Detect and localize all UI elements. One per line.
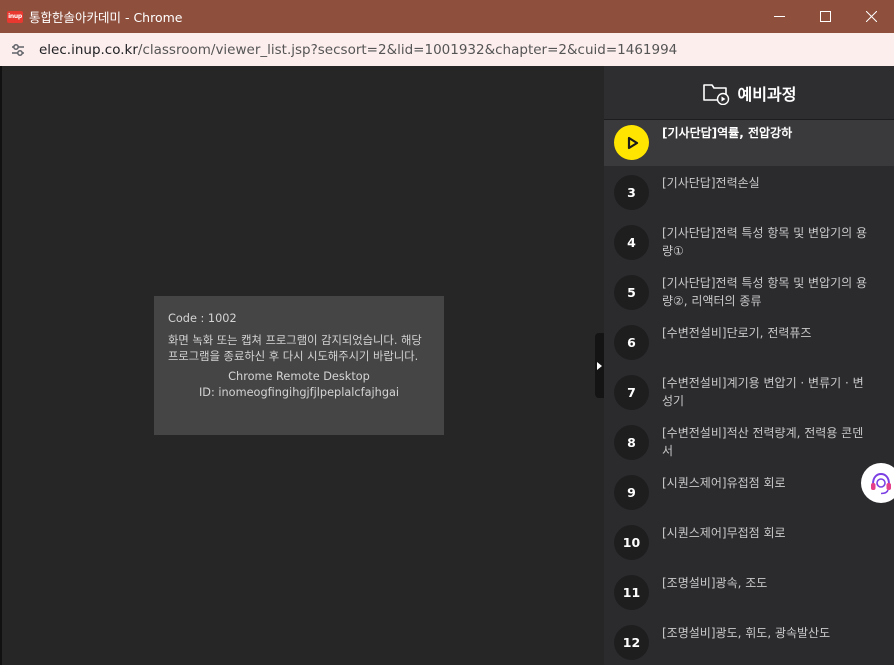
- customer-support-button[interactable]: [861, 463, 894, 503]
- lesson-title: [기사단답]전력손실: [662, 176, 760, 190]
- lesson-item[interactable]: 11 [조명설비]광속, 조도: [604, 566, 894, 616]
- page-content: Code : 1002 화면 녹화 또는 캡쳐 프로그램이 감지되었습니다. 해…: [0, 66, 894, 665]
- lesson-number: 8: [614, 425, 649, 460]
- lesson-item[interactable]: 9 [시퀀스제어]유접점 회로: [604, 466, 894, 516]
- lesson-number: 11: [614, 575, 649, 610]
- sidebar-header: 예비과정: [604, 66, 894, 120]
- lesson-sidebar: 예비과정 [기사단답]역률, 전압강하 3 [기사단답]전력손실 4 [기사단답…: [604, 66, 894, 665]
- address-bar[interactable]: elec.inup.co.kr/classroom/viewer_list.js…: [0, 33, 894, 66]
- minimize-button[interactable]: [756, 0, 802, 33]
- title-bar[interactable]: inup 통합한솔아카데미 - Chrome: [0, 0, 894, 33]
- chevron-right-icon: [597, 361, 602, 370]
- course-title: 예비과정: [737, 84, 797, 104]
- error-dialog: Code : 1002 화면 녹화 또는 캡쳐 프로그램이 감지되었습니다. 해…: [154, 296, 444, 435]
- minimize-icon: [773, 16, 785, 17]
- lesson-title: [조명설비]광도, 휘도, 광속발산도: [662, 626, 831, 640]
- error-code: Code : 1002: [168, 312, 237, 325]
- lesson-item[interactable]: 6 [수변전설비]단로기, 전력퓨즈: [604, 316, 894, 366]
- lesson-title: [수변전설비]계기용 변압기 · 변류기 · 변성기: [662, 376, 864, 408]
- play-icon: [614, 125, 649, 160]
- site-info-button[interactable]: [7, 39, 29, 61]
- lesson-item[interactable]: 5 [기사단답]전력 특성 항목 및 변압기의 용량②, 리액터의 종류: [604, 266, 894, 316]
- lesson-title: [조명설비]광속, 조도: [662, 576, 768, 590]
- lesson-title: [기사단답]역률, 전압강하: [662, 126, 793, 140]
- url-host: elec.inup.co.kr: [39, 41, 138, 58]
- lesson-title: [기사단답]전력 특성 항목 및 변압기의 용량②, 리액터의 종류: [662, 276, 868, 308]
- close-button[interactable]: [848, 0, 894, 33]
- lesson-number: 7: [614, 375, 649, 410]
- lesson-number: 10: [614, 525, 649, 560]
- video-folder-icon: [702, 83, 729, 105]
- lesson-title: [수변전설비]단로기, 전력퓨즈: [662, 326, 812, 340]
- lesson-number: 5: [614, 275, 649, 310]
- window-title: 통합한솔아카데미 - Chrome: [29, 10, 183, 25]
- lesson-item[interactable]: 10 [시퀀스제어]무접점 회로: [604, 516, 894, 566]
- lesson-item[interactable]: 8 [수변전설비]적산 전력량계, 전력용 콘덴서: [604, 416, 894, 466]
- sidebar-toggle-button[interactable]: [595, 333, 604, 398]
- detected-app-id: ID: inomeogfingihgjfjlpeplalcfajhgai: [198, 386, 400, 399]
- maximize-button[interactable]: [802, 0, 848, 33]
- lesson-title: [기사단답]전력 특성 항목 및 변압기의 용량①: [662, 226, 868, 258]
- error-message: 화면 녹화 또는 캡쳐 프로그램이 감지되었습니다. 해당 프로그램을 종료하신…: [168, 334, 422, 363]
- lesson-item-current[interactable]: [기사단답]역률, 전압강하: [604, 120, 894, 166]
- lesson-number: 9: [614, 475, 649, 510]
- lesson-title: [시퀀스제어]무접점 회로: [662, 526, 786, 540]
- left-border: [0, 66, 2, 665]
- video-player-area[interactable]: Code : 1002 화면 녹화 또는 캡쳐 프로그램이 감지되었습니다. 해…: [0, 66, 604, 665]
- lesson-item[interactable]: 3 [기사단답]전력손실: [604, 166, 894, 216]
- lesson-item[interactable]: 4 [기사단답]전력 특성 항목 및 변압기의 용량①: [604, 216, 894, 266]
- url-path: /classroom/viewer_list.jsp?secsort=2&lid…: [137, 41, 678, 58]
- lesson-number: 12: [614, 625, 649, 660]
- app-logo: inup: [7, 10, 23, 23]
- browser-window: inup 통합한솔아카데미 - Chrome elec.inup.co.kr/c…: [0, 0, 894, 665]
- lesson-number: 3: [614, 175, 649, 210]
- lesson-item[interactable]: 7 [수변전설비]계기용 변압기 · 변류기 · 변성기: [604, 366, 894, 416]
- tune-icon: [12, 43, 24, 56]
- lesson-number: 4: [614, 225, 649, 260]
- detected-app-name: Chrome Remote Desktop: [228, 370, 370, 383]
- maximize-icon: [819, 11, 831, 22]
- lesson-item[interactable]: 12 [조명설비]광도, 휘도, 광속발산도: [604, 616, 894, 665]
- window-controls: [756, 0, 894, 33]
- lesson-title: [수변전설비]적산 전력량계, 전력용 콘덴서: [662, 426, 864, 458]
- headset-icon: [871, 472, 891, 495]
- lesson-number: 6: [614, 325, 649, 360]
- url-text[interactable]: elec.inup.co.kr/classroom/viewer_list.js…: [39, 42, 677, 58]
- lesson-title: [시퀀스제어]유접점 회로: [662, 476, 786, 490]
- close-icon: [865, 11, 877, 22]
